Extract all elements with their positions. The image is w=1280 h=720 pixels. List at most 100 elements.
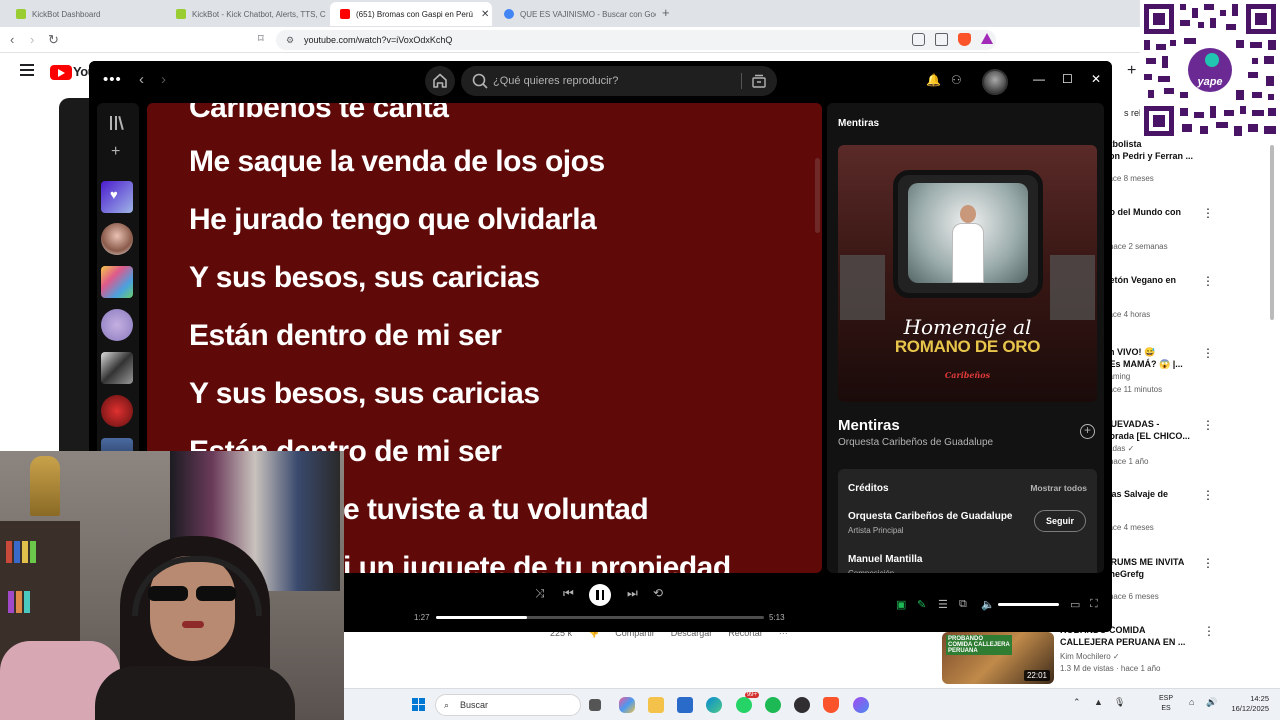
list-item[interactable]: do del Mundo con · hace 2 semanas ⋮ [1104,206,1264,253]
maximize-icon[interactable]: ☐ [1062,72,1073,86]
whatsapp-icon[interactable]: 99+ [736,692,759,713]
forward-arrow-icon[interactable]: › [161,71,166,88]
lyric-line[interactable]: Y sus besos, sus caricias [189,261,540,295]
more-options-icon[interactable]: ⋮ [1202,488,1214,502]
close-tab-icon[interactable]: ✕ [481,9,489,20]
lyric-line[interactable]: He jurado tengo que olvidarla [189,203,597,237]
add-to-library-icon[interactable]: + [1080,424,1095,439]
repeat-icon[interactable]: ⟲ [653,586,663,600]
forward-arrow-icon[interactable]: › [30,32,34,47]
brave-shield-icon[interactable] [958,33,971,46]
minimize-icon[interactable]: — [1033,72,1045,86]
library-artist-item[interactable] [101,223,133,255]
show-all-credits-link[interactable]: Mostrar todos [1030,483,1087,493]
queue-icon[interactable]: ☰ [938,598,948,611]
create-playlist-icon[interactable]: + [111,143,120,161]
lyrics-icon[interactable]: ✎ [917,598,926,611]
library-artist-item[interactable] [101,395,133,427]
more-options-icon[interactable]: ⋮ [1202,274,1214,288]
pause-button[interactable] [589,584,611,606]
list-item[interactable]: en VIVO! 😅 ¿Es MAMÁ? 😱 |... eaming hace … [1104,346,1264,396]
list-item[interactable]: HUEVADAS - porada [EL CHICO... vadas ✓ ·… [1104,418,1264,468]
credit-name[interactable]: Orquesta Caribeños de Guadalupe [848,511,1012,522]
video-thumbnail[interactable]: PROBANDO COMIDA CALLEJERA PERUANA 22:01 [942,632,1054,684]
avatar[interactable] [982,69,1008,95]
connect-device-icon[interactable]: ⧉ [959,598,967,611]
task-view-icon[interactable] [589,699,601,711]
reload-icon[interactable]: ↻ [48,32,59,48]
new-tab-button[interactable]: + [662,5,670,20]
lyric-line[interactable]: Caribeños te canta [189,103,449,125]
volume-slider[interactable] [998,603,1059,606]
menu-icon[interactable] [20,64,34,79]
library-playlist-item[interactable] [101,352,133,384]
home-button[interactable] [425,66,455,96]
credit-name[interactable]: Manuel Mantilla [848,554,922,565]
next-track-icon[interactable]: ⏭ [627,586,638,601]
windows-start-icon[interactable] [412,698,426,712]
lyrics-scrollbar[interactable] [815,158,820,233]
more-menu-icon[interactable]: ••• [103,71,122,88]
share-icon[interactable] [935,33,948,46]
keyboard-language[interactable]: ESP ES [1159,694,1173,714]
tray-chevron-icon[interactable]: ⌃ [1073,697,1081,708]
browse-icon[interactable] [751,73,767,89]
more-options-icon[interactable]: ⋮ [1202,418,1214,432]
page-scrollbar[interactable] [1270,145,1274,320]
brave-rewards-icon[interactable] [981,33,993,44]
liked-songs-item[interactable]: ♥ [101,181,133,213]
tab-kickbot-dashboard[interactable]: KickBot Dashboard [6,2,166,26]
notifications-bell-icon[interactable]: 🔔 [926,73,941,87]
tab-google-search[interactable]: QUE ES VAJINISMO - Buscar con Goo [494,2,656,26]
speaker-icon[interactable]: 🔊 [1206,697,1217,708]
close-icon[interactable]: ✕ [1091,72,1101,86]
messenger-icon[interactable] [853,697,869,713]
taskbar-search[interactable]: ⌕ Buscar [435,694,581,716]
obs-icon[interactable] [794,697,810,713]
lyric-line[interactable]: Me saque la venda de los ojos [189,145,605,179]
volume-icon[interactable]: 🔈 [981,598,995,611]
follow-button[interactable]: Seguir [1034,510,1086,532]
search-box[interactable] [461,66,777,96]
cast-icon[interactable] [912,33,925,46]
song-artist[interactable]: Orquesta Caribeños de Guadalupe [838,437,993,448]
search-input[interactable] [493,66,733,96]
lyric-line[interactable]: Y sus besos, sus caricias [189,377,540,411]
now-playing-view-icon[interactable]: ▣ [896,598,906,611]
network-icon[interactable]: ⌂ [1189,697,1194,707]
library-playlist-item[interactable] [101,266,133,298]
more-options-icon[interactable]: ⋮ [1203,624,1215,638]
more-options-icon[interactable]: ⋮ [1202,206,1214,220]
file-explorer-icon[interactable] [648,697,664,713]
list-item[interactable]: Mas Salvaje de ✓ hace 4 meses ⋮ [1104,488,1264,534]
lyric-line[interactable]: i un juguete de tu propiedad [343,551,731,573]
brave-icon[interactable] [823,697,839,713]
library-artist-item[interactable] [101,309,133,341]
list-item[interactable]: netón Vegano en hace 4 horas ⋮ [1104,274,1264,321]
library-icon[interactable] [110,115,126,131]
site-info-icon[interactable]: ⚙ [286,30,294,50]
list-item[interactable]: DRUMS ME INVITA TheGrefg · hace 6 meses … [1104,556,1264,603]
copilot-icon[interactable] [619,697,635,713]
friend-activity-icon[interactable]: ⚇ [951,73,962,87]
url-field[interactable]: ⚙ youtube.com/watch?v=iVoxOdxKchQ [276,30,996,50]
more-options-icon[interactable]: ⋮ [1202,556,1214,570]
youtube-logo-icon[interactable] [50,65,72,80]
create-icon[interactable]: + [1127,62,1136,80]
tray-app-icon[interactable]: ▲ [1094,697,1103,707]
list-item[interactable]: utbolista con Pedri y Ferran ... hace 8 … [1104,138,1264,185]
lyric-line[interactable]: Están dentro de mi ser [189,319,502,353]
store-icon[interactable] [677,697,693,713]
back-arrow-icon[interactable]: ‹ [139,71,144,88]
spotify-icon[interactable] [765,697,781,713]
fullscreen-icon[interactable]: ⛶ [1090,598,1098,611]
microphone-icon[interactable]: 🎙 [1114,697,1125,708]
edge-icon[interactable] [706,697,722,713]
song-title[interactable]: Mentiras [838,417,900,434]
tab-youtube-bromas[interactable]: (651) Bromas con Gaspi en Perú ✕ [330,2,492,26]
progress-slider[interactable] [436,616,764,619]
tab-kickbot-chatbot[interactable]: KickBot - Kick Chatbot, Alerts, TTS, C [166,2,330,26]
more-options-icon[interactable]: ⋮ [1202,346,1214,360]
back-arrow-icon[interactable]: ‹ [10,32,14,47]
shuffle-icon[interactable]: ⤨ [535,586,545,601]
